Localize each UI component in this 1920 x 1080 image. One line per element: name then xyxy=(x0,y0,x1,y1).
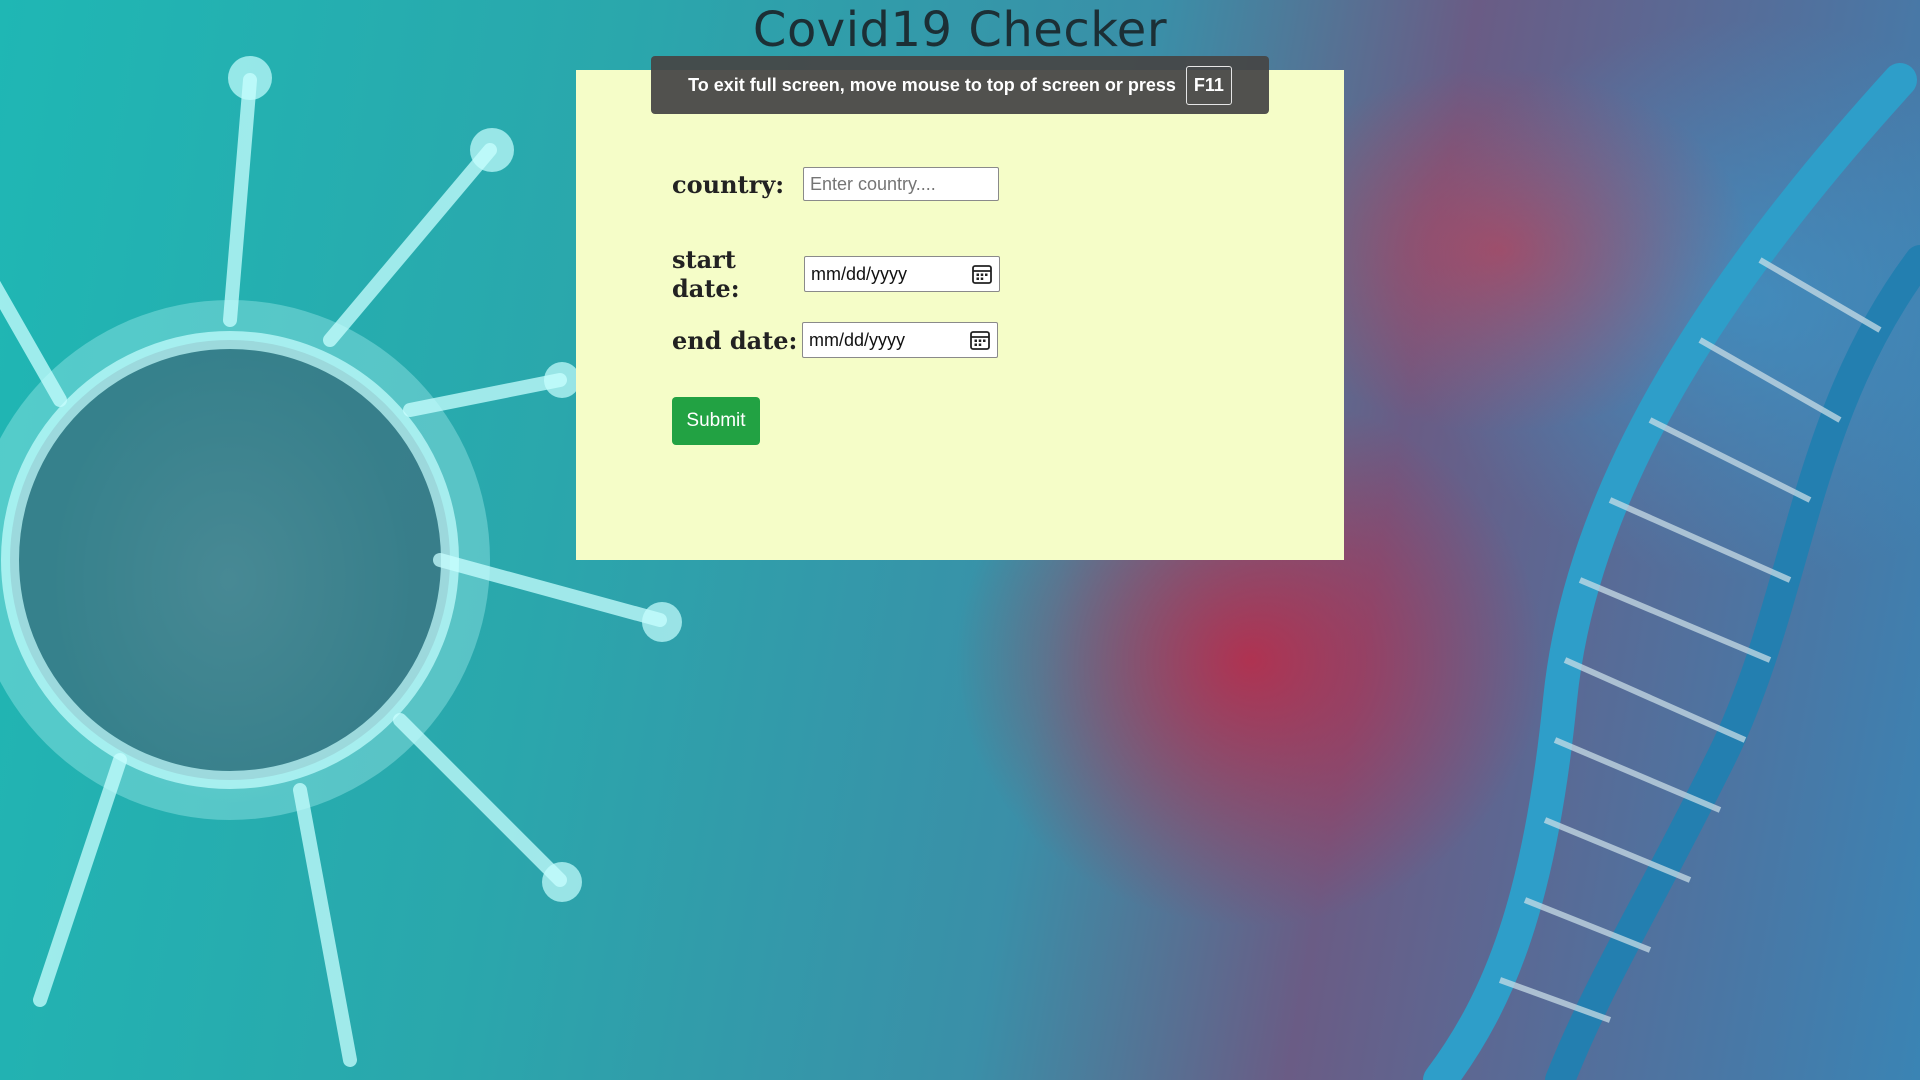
submit-button[interactable]: Submit xyxy=(672,397,760,445)
start-date-label: start date: xyxy=(672,245,740,303)
form-panel xyxy=(576,70,1344,560)
fullscreen-notice-message: To exit full screen, move mouse to top o… xyxy=(688,74,1176,95)
fullscreen-notice: To exit full screen, move mouse to top o… xyxy=(651,56,1269,114)
calendar-icon[interactable] xyxy=(969,329,991,351)
page-title: Covid19 Checker xyxy=(752,2,1168,58)
country-label: country: xyxy=(672,169,785,199)
end-date-input[interactable]: mm/dd/yyyy xyxy=(802,322,998,358)
start-date-row: start date: mm/dd/yyyy xyxy=(672,245,1000,303)
country-row: country: xyxy=(672,167,999,201)
fullscreen-exit-key: F11 xyxy=(1185,65,1232,105)
start-date-input[interactable]: mm/dd/yyyy xyxy=(804,256,1000,292)
calendar-icon[interactable] xyxy=(971,263,993,285)
country-input[interactable] xyxy=(803,167,999,201)
end-date-label: end date: xyxy=(672,325,798,355)
end-date-value: mm/dd/yyyy xyxy=(809,329,906,350)
start-date-value: mm/dd/yyyy xyxy=(811,263,908,284)
end-date-row: end date: mm/dd/yyyy xyxy=(672,322,998,358)
dna-illustration xyxy=(1423,63,1920,1080)
